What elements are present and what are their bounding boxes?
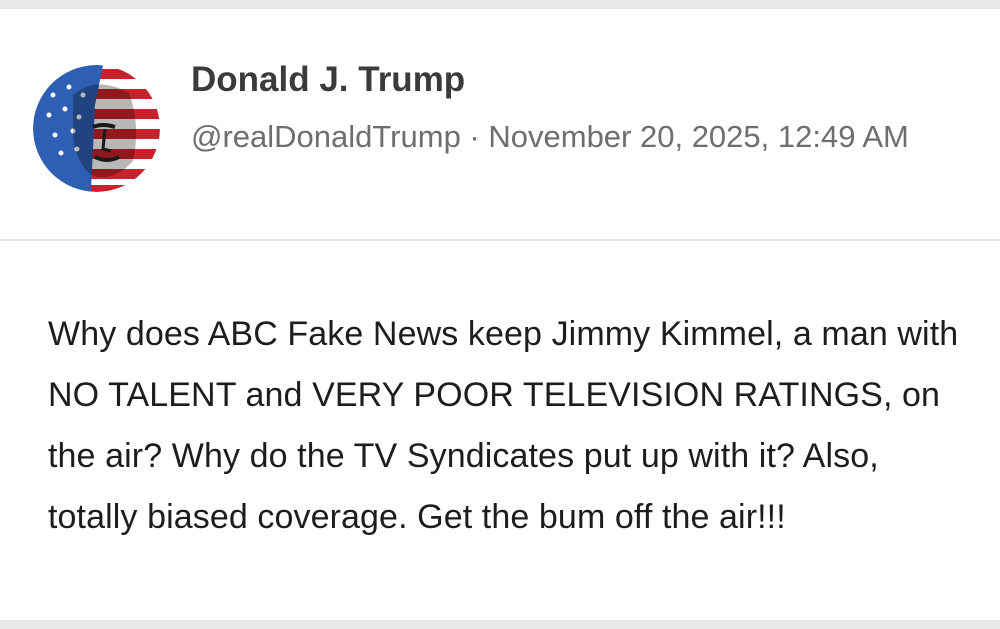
post-timestamp[interactable]: November 20, 2025, 12:49 AM xyxy=(488,119,908,154)
post-header: Donald J. Trump @realDonaldTrump · Novem… xyxy=(0,9,1000,241)
post-card: Donald J. Trump @realDonaldTrump · Novem… xyxy=(0,8,1000,621)
author-handle[interactable]: @realDonaldTrump xyxy=(191,119,461,154)
author-display-name[interactable]: Donald J. Trump xyxy=(191,58,465,102)
meta-separator: · xyxy=(460,119,489,154)
post-meta: @realDonaldTrump · November 20, 2025, 12… xyxy=(191,112,981,162)
avatar[interactable] xyxy=(33,65,160,192)
post-body-text: Why does ABC Fake News keep Jimmy Kimmel… xyxy=(48,315,959,536)
flag-portrait-avatar-icon xyxy=(33,65,160,192)
